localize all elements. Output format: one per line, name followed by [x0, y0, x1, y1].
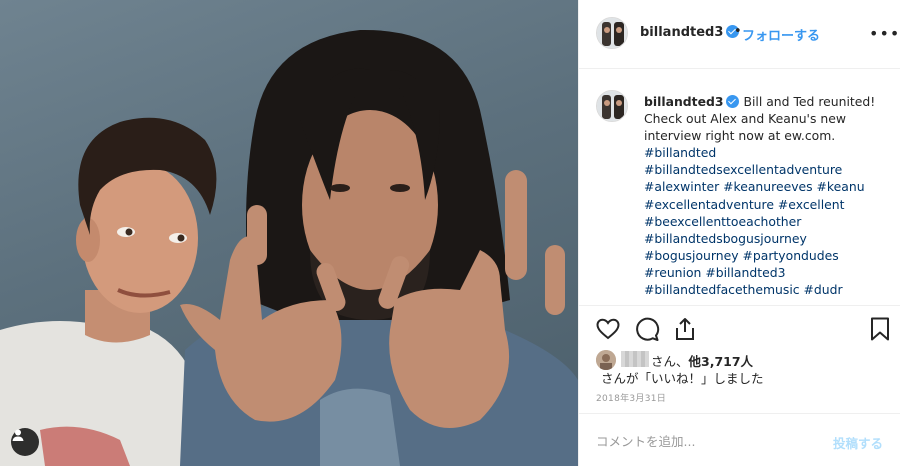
- bookmark-icon[interactable]: [867, 316, 893, 342]
- heart-icon[interactable]: [595, 316, 621, 342]
- hashtag-link[interactable]: #billandtedsbogusjourney: [644, 230, 889, 247]
- user-icon: [12, 429, 24, 441]
- caption-avatar[interactable]: [596, 90, 628, 122]
- liker-avatar[interactable]: [596, 350, 616, 370]
- post-photo[interactable]: [0, 0, 578, 466]
- likes-count-link[interactable]: 他3,717人: [689, 354, 754, 369]
- comment-input[interactable]: [596, 432, 816, 450]
- hashtag-link[interactable]: #excellentadventure #excellent: [644, 196, 889, 213]
- username-link[interactable]: billandted3: [640, 25, 740, 40]
- hashtag-link[interactable]: #billandtedsexcellentadventure: [644, 161, 889, 178]
- share-icon[interactable]: [672, 316, 698, 342]
- post-comment-button[interactable]: 投稿する: [833, 433, 883, 452]
- hashtag-link[interactable]: #bogusjourney #partyondudes: [644, 247, 889, 264]
- separator-dot: •: [734, 24, 742, 39]
- more-options-icon[interactable]: •••: [869, 24, 900, 43]
- avatar-image: [597, 91, 627, 121]
- avatar[interactable]: [596, 17, 628, 49]
- verified-badge-icon: [726, 95, 740, 108]
- caption-text: billandted3 Bill and Ted reunited! Check…: [644, 93, 889, 298]
- likes-section: さん、他3,717人 さんが「いいね！」しました: [579, 347, 900, 392]
- likes-line-2: さんが「いいね！」しました: [601, 371, 764, 386]
- hashtag-link[interactable]: #reunion #billandted3: [644, 264, 889, 281]
- action-bar: [579, 305, 900, 351]
- hashtag-link[interactable]: #beexcellenttoeachother: [644, 213, 889, 230]
- post-date[interactable]: 2018年3月31日: [596, 391, 666, 404]
- hashtag-link[interactable]: #alexwinter #keanureeves #keanu: [644, 178, 889, 195]
- likes-suffix: さん、: [651, 354, 689, 369]
- hashtag-link[interactable]: #billandted: [644, 144, 889, 161]
- caption-username-text: billandted3: [644, 94, 724, 109]
- avatar-image: [596, 350, 616, 370]
- post-side-panel: billandted3 • フォローする ••• billandted3 Bil…: [578, 0, 900, 466]
- caption-username[interactable]: billandted3: [644, 94, 740, 109]
- post-header: billandted3 • フォローする •••: [579, 0, 900, 69]
- avatar-image: [597, 18, 627, 48]
- photo-illustration: [0, 29, 578, 466]
- follow-button[interactable]: フォローする: [742, 25, 820, 44]
- user-tag-button[interactable]: [11, 428, 39, 456]
- username-text: billandted3: [640, 25, 724, 40]
- comment-icon[interactable]: [634, 316, 660, 342]
- hashtag-link[interactable]: #billandtedfacethemusic #dudr: [644, 281, 889, 298]
- comment-bar: 投稿する: [579, 413, 900, 466]
- liker-name-blurred[interactable]: [621, 351, 649, 367]
- caption-section: billandted3 Bill and Ted reunited! Check…: [579, 70, 900, 305]
